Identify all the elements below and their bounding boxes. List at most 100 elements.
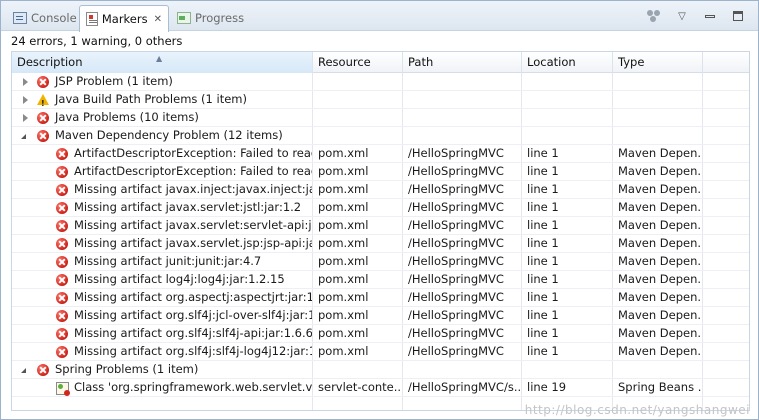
maximize-button[interactable] [730,9,746,23]
error-icon [56,346,68,358]
marker-resource: pom.xml [318,326,369,340]
table-row[interactable]: Missing artifact org.aspectj:aspectjrt:j… [12,289,749,307]
marker-path: /HelloSpringMVC [408,146,504,160]
tab-progress[interactable]: Progress [171,5,250,31]
marker-resource: pom.xml [318,290,369,304]
tab-markers[interactable]: Markers ✕ [79,5,169,32]
collapse-icon[interactable] [21,134,26,139]
expand-icon[interactable] [23,78,28,86]
marker-description: Missing artifact log4j:log4j:jar:1.2.15 [74,272,285,286]
marker-type: Maven Depen... [618,290,702,304]
marker-description: Missing artifact org.aspectj:aspectjrt:j… [74,290,312,304]
marker-type: Spring Beans ... [618,380,702,394]
tab-progress-label: Progress [195,11,245,25]
markers-view: Console Markers ✕ Progress ▽ 24 errors, … [0,0,759,420]
table-row[interactable]: Missing artifact junit:junit:jar:4.7 pom… [12,253,749,271]
marker-location: line 1 [527,218,559,232]
marker-resource: pom.xml [318,146,369,160]
expand-icon[interactable] [23,114,28,122]
table-row[interactable]: Missing artifact javax.inject:javax.inje… [12,181,749,199]
error-icon [56,184,68,196]
table-row[interactable]: Missing artifact javax.servlet:servlet-a… [12,217,749,235]
expand-icon[interactable] [23,96,28,104]
error-icon [37,76,49,88]
minimize-button[interactable] [702,9,718,23]
console-icon [13,12,27,24]
marker-type: Maven Depen... [618,344,702,358]
group-row-java-problems[interactable]: Java Problems (10 items) [12,109,749,127]
marker-path: /HelloSpringMVC [408,182,504,196]
table-row[interactable]: Missing artifact org.slf4j:slf4j-log4j12… [12,343,749,361]
marker-location: line 19 [527,380,567,394]
table-row[interactable]: Class 'org.springframework.web.servlet.v… [12,379,749,397]
group-row-jsp-problem[interactable]: JSP Problem (1 item) [12,73,749,91]
marker-path: /HelloSpringMVC [408,344,504,358]
group-label: Maven Dependency Problem (12 items) [55,128,283,142]
marker-description: ArtifactDescriptorException: Failed to r… [74,164,312,178]
group-row-build-path-problems[interactable]: Java Build Path Problems (1 item) [12,91,749,109]
configure-contents-button[interactable] [646,9,662,23]
marker-location: line 1 [527,146,559,160]
error-icon [37,112,49,124]
markers-icon [86,12,98,26]
view-tab-bar: Console Markers ✕ Progress ▽ [1,1,758,32]
marker-type: Maven Depen... [618,272,702,286]
marker-path: /HelloSpringMVC [408,236,504,250]
table-row[interactable]: Missing artifact javax.servlet.jsp:jsp-a… [12,235,749,253]
collapse-icon[interactable] [21,368,26,373]
markers-table: ▲ Description Resource Path Location Typ… [11,51,750,411]
marker-description: Missing artifact org.slf4j:slf4j-api:jar… [74,326,312,340]
marker-path: /HelloSpringMVC [408,254,504,268]
marker-location: line 1 [527,164,559,178]
column-header-description[interactable]: ▲ Description [12,52,313,73]
marker-location: line 1 [527,326,559,340]
marker-location: line 1 [527,254,559,268]
column-header-path[interactable]: Path [403,52,522,73]
problem-summary: 24 errors, 1 warning, 0 others [11,34,183,48]
marker-resource: pom.xml [318,308,369,322]
table-row[interactable]: ArtifactDescriptorException: Failed to r… [12,145,749,163]
close-icon[interactable]: ✕ [154,14,162,25]
error-icon [56,292,68,304]
marker-location: line 1 [527,200,559,214]
error-icon [56,220,68,232]
column-header-type[interactable]: Type [613,52,703,73]
marker-description: Missing artifact javax.servlet:jstl:jar:… [74,200,302,214]
column-header-location[interactable]: Location [522,52,613,73]
table-row[interactable]: ArtifactDescriptorException: Failed to r… [12,163,749,181]
group-label: JSP Problem (1 item) [55,74,173,88]
table-row[interactable]: Missing artifact log4j:log4j:jar:1.2.15 … [12,271,749,289]
column-header-resource[interactable]: Resource [313,52,403,73]
marker-path: /HelloSpringMVC [408,308,504,322]
marker-path: /HelloSpringMVC [408,164,504,178]
marker-path: /HelloSpringMVC [408,290,504,304]
table-row[interactable]: Missing artifact org.slf4j:jcl-over-slf4… [12,307,749,325]
marker-description: Missing artifact javax.servlet:servlet-a… [74,218,312,232]
progress-icon [177,12,191,24]
group-row-spring-problems[interactable]: Spring Problems (1 item) [12,361,749,379]
marker-description: Missing artifact org.slf4j:jcl-over-slf4… [74,308,312,322]
marker-resource: pom.xml [318,218,369,232]
view-menu-button[interactable]: ▽ [674,9,690,23]
marker-location: line 1 [527,272,559,286]
marker-path: /HelloSpringMVC/s... [408,380,521,394]
marker-description: Missing artifact javax.servlet.jsp:jsp-a… [74,236,312,250]
error-icon [56,238,68,250]
error-icon [56,310,68,322]
group-label: Java Build Path Problems (1 item) [55,92,247,106]
group-row-maven-dependency-problem[interactable]: Maven Dependency Problem (12 items) [12,127,749,145]
error-icon [37,130,49,142]
error-icon [56,274,68,286]
error-icon [37,364,49,376]
table-row[interactable]: Missing artifact javax.servlet:jstl:jar:… [12,199,749,217]
table-row[interactable]: Missing artifact org.slf4j:slf4j-api:jar… [12,325,749,343]
marker-type: Maven Depen... [618,326,702,340]
marker-type: Maven Depen... [618,164,702,178]
error-icon [56,202,68,214]
marker-location: line 1 [527,344,559,358]
marker-resource: pom.xml [318,254,369,268]
error-icon [56,148,68,160]
tab-console[interactable]: Console [7,5,83,31]
marker-description: Missing artifact org.slf4j:slf4j-log4j12… [74,344,312,358]
table-rows: JSP Problem (1 item) Java Build Path Pro… [12,73,749,397]
